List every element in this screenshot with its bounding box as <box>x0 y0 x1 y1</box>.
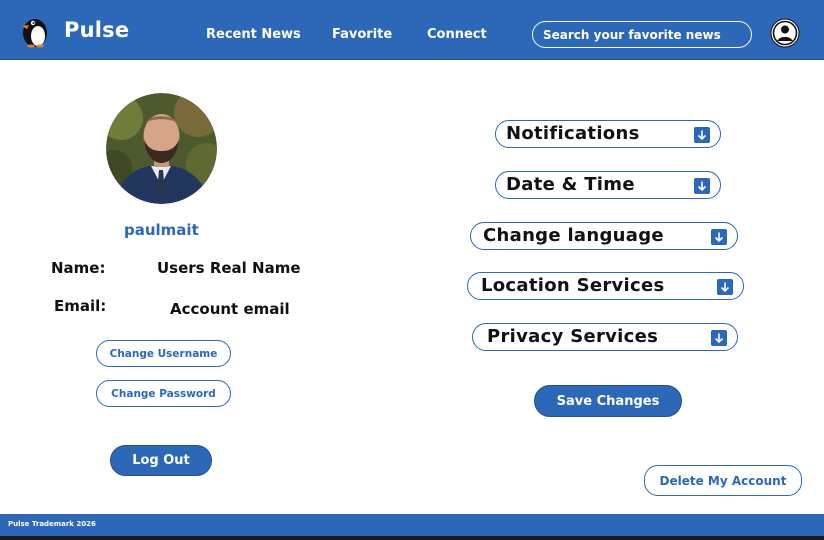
setting-date-time[interactable]: Date & Time <box>495 171 721 199</box>
log-out-button[interactable]: Log Out <box>110 445 212 476</box>
footer-trademark: Pulse Trademark 2026 <box>8 520 96 528</box>
setting-notifications[interactable]: Notifications <box>495 120 721 148</box>
setting-change-language[interactable]: Change language <box>470 222 738 250</box>
email-label: Email: <box>54 297 107 315</box>
arrow-down-icon[interactable] <box>717 279 733 295</box>
arrow-down-icon[interactable] <box>711 330 727 346</box>
setting-privacy-services[interactable]: Privacy Services <box>472 323 738 351</box>
name-label: Name: <box>51 259 106 277</box>
name-value: Users Real Name <box>157 259 301 277</box>
search-input[interactable] <box>532 21 752 48</box>
top-navigation-bar: Pulse Recent News Favorite Connect <box>0 0 824 60</box>
email-value: Account email <box>170 300 290 318</box>
bottom-divider <box>0 536 824 540</box>
penguin-icon[interactable] <box>19 14 51 48</box>
delete-account-button[interactable]: Delete My Account <box>644 465 802 496</box>
setting-location-services[interactable]: Location Services <box>467 272 744 300</box>
setting-label: Change language <box>483 225 664 246</box>
brand-name[interactable]: Pulse <box>64 18 129 42</box>
nav-recent-news[interactable]: Recent News <box>206 27 301 42</box>
save-changes-button[interactable]: Save Changes <box>534 385 682 417</box>
nav-favorite[interactable]: Favorite <box>332 27 392 42</box>
profile-photo <box>106 93 217 204</box>
setting-label: Privacy Services <box>487 326 659 347</box>
setting-label: Notifications <box>506 123 640 144</box>
setting-label: Location Services <box>481 275 665 296</box>
nav-connect[interactable]: Connect <box>427 27 487 42</box>
change-username-button[interactable]: Change Username <box>96 340 231 367</box>
setting-label: Date & Time <box>506 174 635 195</box>
arrow-down-icon[interactable] <box>711 229 727 245</box>
arrow-down-icon[interactable] <box>694 127 710 143</box>
change-password-button[interactable]: Change Password <box>96 380 231 407</box>
username: paulmait <box>124 221 199 239</box>
footer: Pulse Trademark 2026 <box>0 514 824 536</box>
arrow-down-icon[interactable] <box>694 178 710 194</box>
user-circle-icon[interactable] <box>770 18 800 48</box>
